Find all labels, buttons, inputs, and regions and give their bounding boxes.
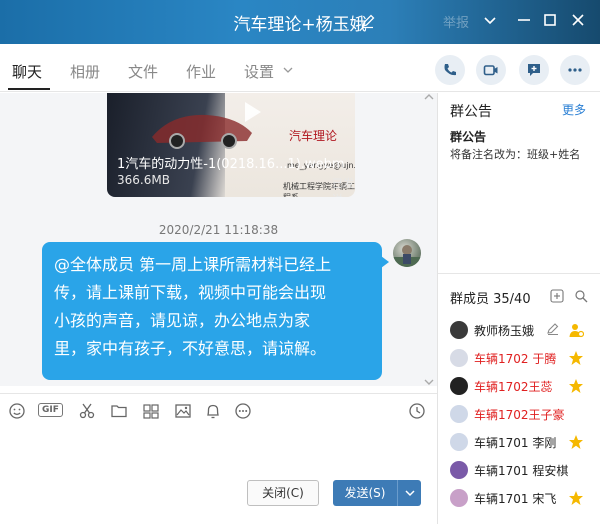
video-send-status: 已发送 <box>332 177 354 197</box>
member-name: 车辆1701 程安棋 <box>474 464 569 478</box>
image-gallery-icon[interactable] <box>142 402 160 420</box>
title-bar: 汽车理论+杨玉娥 举报 <box>0 0 600 44</box>
message-line: 传，请上课前下载，视频中可能会出现 <box>54 283 327 302</box>
member-name: 车辆1702王蕊 <box>474 380 553 394</box>
chat-messages[interactable]: 汽车理论 me_yangye@ujn.edu.cn 机械工程学院车辆工程系 1汽… <box>0 93 437 386</box>
member-item[interactable]: 车辆1702 于腾 <box>450 347 595 369</box>
tab-settings[interactable]: 设置 <box>244 61 274 82</box>
tab-homework[interactable]: 作业 <box>186 61 216 82</box>
scroll-down-icon[interactable] <box>423 378 435 386</box>
send-options-button[interactable] <box>397 480 421 506</box>
tab-album[interactable]: 相册 <box>70 61 100 82</box>
emoji-icon[interactable] <box>8 402 26 420</box>
admin-star-icon <box>569 379 583 393</box>
video-call-icon <box>483 65 498 76</box>
members-heading: 群成员 35/40 <box>450 292 531 307</box>
edit-title-icon[interactable] <box>360 13 376 29</box>
notice-text: 将备注名改为：班级+姓名 <box>450 148 581 161</box>
add-member-icon[interactable] <box>550 289 564 303</box>
video-call-button[interactable] <box>476 55 506 85</box>
member-name: 教师杨玉娥 <box>474 324 535 338</box>
admin-star-icon <box>569 351 583 365</box>
phone-call-button[interactable] <box>435 55 465 85</box>
notice-label: 群公告 <box>450 130 487 144</box>
chevron-down-icon[interactable] <box>283 65 293 75</box>
search-icon[interactable] <box>574 289 588 303</box>
tab-files[interactable]: 文件 <box>128 61 158 82</box>
close-icon[interactable] <box>568 10 588 30</box>
admin-star-icon <box>569 491 583 505</box>
gif-icon[interactable]: GIF <box>38 403 63 417</box>
video-file-size: 366.6MB <box>117 173 170 187</box>
member-avatar <box>450 489 468 507</box>
dropdown-icon[interactable] <box>480 10 500 30</box>
bell-icon[interactable] <box>204 402 222 420</box>
member-item[interactable]: 车辆1701 宋飞 <box>450 487 595 509</box>
chevron-down-icon <box>405 490 415 497</box>
image-icon[interactable] <box>174 402 192 420</box>
member-avatar <box>450 321 468 339</box>
input-toolbar: GIF <box>0 393 437 429</box>
person-photo-icon <box>393 245 421 267</box>
message-line: 里，家中有孩子，不好意思，请谅解。 <box>54 339 327 358</box>
message-line: @全体成员 第一周上课所需材料已经上 <box>54 255 332 274</box>
video-message-card[interactable]: 汽车理论 me_yangye@ujn.edu.cn 机械工程学院车辆工程系 1汽… <box>107 93 355 197</box>
member-avatar <box>450 433 468 451</box>
tab-bar: 聊天 相册 文件 作业 设置 <box>0 44 600 92</box>
sender-avatar[interactable] <box>393 239 421 267</box>
member-item[interactable]: 教师杨玉娥 <box>450 319 595 341</box>
play-icon[interactable] <box>235 97 265 127</box>
maximize-icon[interactable] <box>540 10 560 30</box>
message-bubble[interactable]: @全体成员 第一周上课所需材料已经上 传，请上课前下载，视频中可能会出现 小孩的… <box>42 242 389 380</box>
member-name: 车辆1701 李刚 <box>474 436 557 450</box>
group-message-button[interactable] <box>519 55 549 85</box>
notice-more-link[interactable]: 更多 <box>562 101 586 118</box>
close-button[interactable]: 关闭(C) <box>247 480 319 506</box>
scissors-icon[interactable] <box>78 402 96 420</box>
member-avatar <box>450 377 468 395</box>
send-button[interactable]: 发送(S) <box>333 480 397 506</box>
history-icon[interactable] <box>408 402 426 420</box>
member-item[interactable]: 车辆1702王子豪 <box>450 403 595 425</box>
more-dots-icon[interactable] <box>234 402 252 420</box>
message-line: 小孩的声音，请见谅，办公地点为家 <box>54 311 311 330</box>
video-file-name: 1汽车的动力性-1(0218.16...1).webm <box>117 157 345 172</box>
phone-icon <box>444 64 456 76</box>
notice-heading: 群公告 <box>450 104 492 120</box>
panel-separator <box>438 273 600 274</box>
member-avatar <box>450 405 468 423</box>
tab-chat[interactable]: 聊天 <box>12 61 42 82</box>
member-name: 车辆1702王子豪 <box>474 408 565 422</box>
message-input[interactable]: 关闭(C) 发送(S) <box>0 429 437 524</box>
member-item[interactable]: 车辆1701 程安棋 <box>450 459 595 481</box>
window-title: 汽车理论+杨玉娥 <box>233 15 367 35</box>
group-side-panel: 群公告 更多 群公告 将备注名改为：班级+姓名 群成员 35/40 教师杨玉娥 … <box>438 93 600 524</box>
more-options-button[interactable] <box>560 55 590 85</box>
minimize-icon[interactable] <box>514 10 534 30</box>
owner-badge-icon <box>569 324 584 338</box>
member-item[interactable]: 车辆1701 李刚 <box>450 431 595 453</box>
scroll-up-icon[interactable] <box>423 93 435 101</box>
message-timestamp: 2020/2/21 11:18:38 <box>158 223 279 237</box>
edit-icon[interactable] <box>546 322 560 336</box>
active-tab-indicator <box>8 88 50 90</box>
message-add-icon <box>528 64 540 76</box>
more-icon <box>568 68 582 72</box>
member-name: 车辆1702 于腾 <box>474 352 557 366</box>
member-name: 车辆1701 宋飞 <box>474 492 557 506</box>
folder-icon[interactable] <box>110 402 128 420</box>
member-avatar <box>450 349 468 367</box>
member-item[interactable]: 车辆1702王蕊 <box>450 375 595 397</box>
video-slide-title: 汽车理论 <box>289 129 338 143</box>
admin-star-icon <box>569 435 583 449</box>
report-link[interactable]: 举报 <box>443 12 469 31</box>
member-avatar <box>450 461 468 479</box>
